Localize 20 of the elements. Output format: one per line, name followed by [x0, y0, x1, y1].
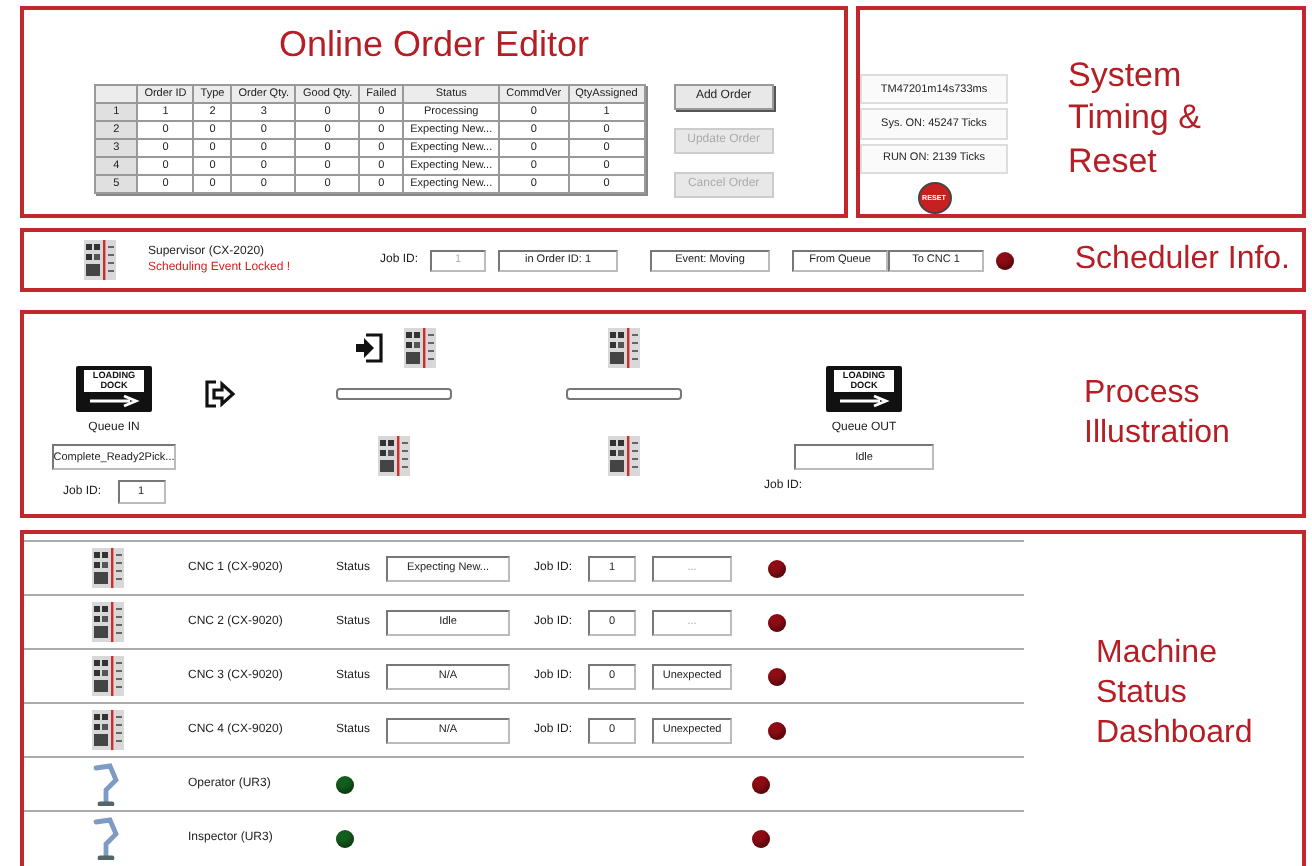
- controller-icon: [92, 656, 124, 696]
- panel-title: Online Order Editor: [278, 22, 590, 67]
- enter-icon: [353, 332, 383, 364]
- panel-title: Process Illustration: [1084, 374, 1232, 454]
- controller-icon: [92, 548, 124, 588]
- arrow-icon: [88, 394, 140, 409]
- controller-icon: [608, 328, 640, 368]
- panel-title: System Timing & Reset: [1068, 54, 1203, 183]
- controller-icon: [378, 436, 410, 476]
- panel-title: Machine Status Dashboard: [1096, 634, 1255, 754]
- robot-arm-icon: [92, 816, 124, 860]
- controller-icon: [92, 710, 124, 750]
- controller-icon: [92, 602, 124, 642]
- controller-icon: [403, 328, 435, 368]
- controller-icon: [84, 240, 116, 280]
- panel-title: Scheduler Info.: [1074, 240, 1290, 280]
- arrow-icon: [838, 394, 890, 409]
- robot-arm-icon: [92, 762, 124, 806]
- exit-icon: [204, 378, 236, 410]
- controller-icon: [608, 436, 640, 476]
